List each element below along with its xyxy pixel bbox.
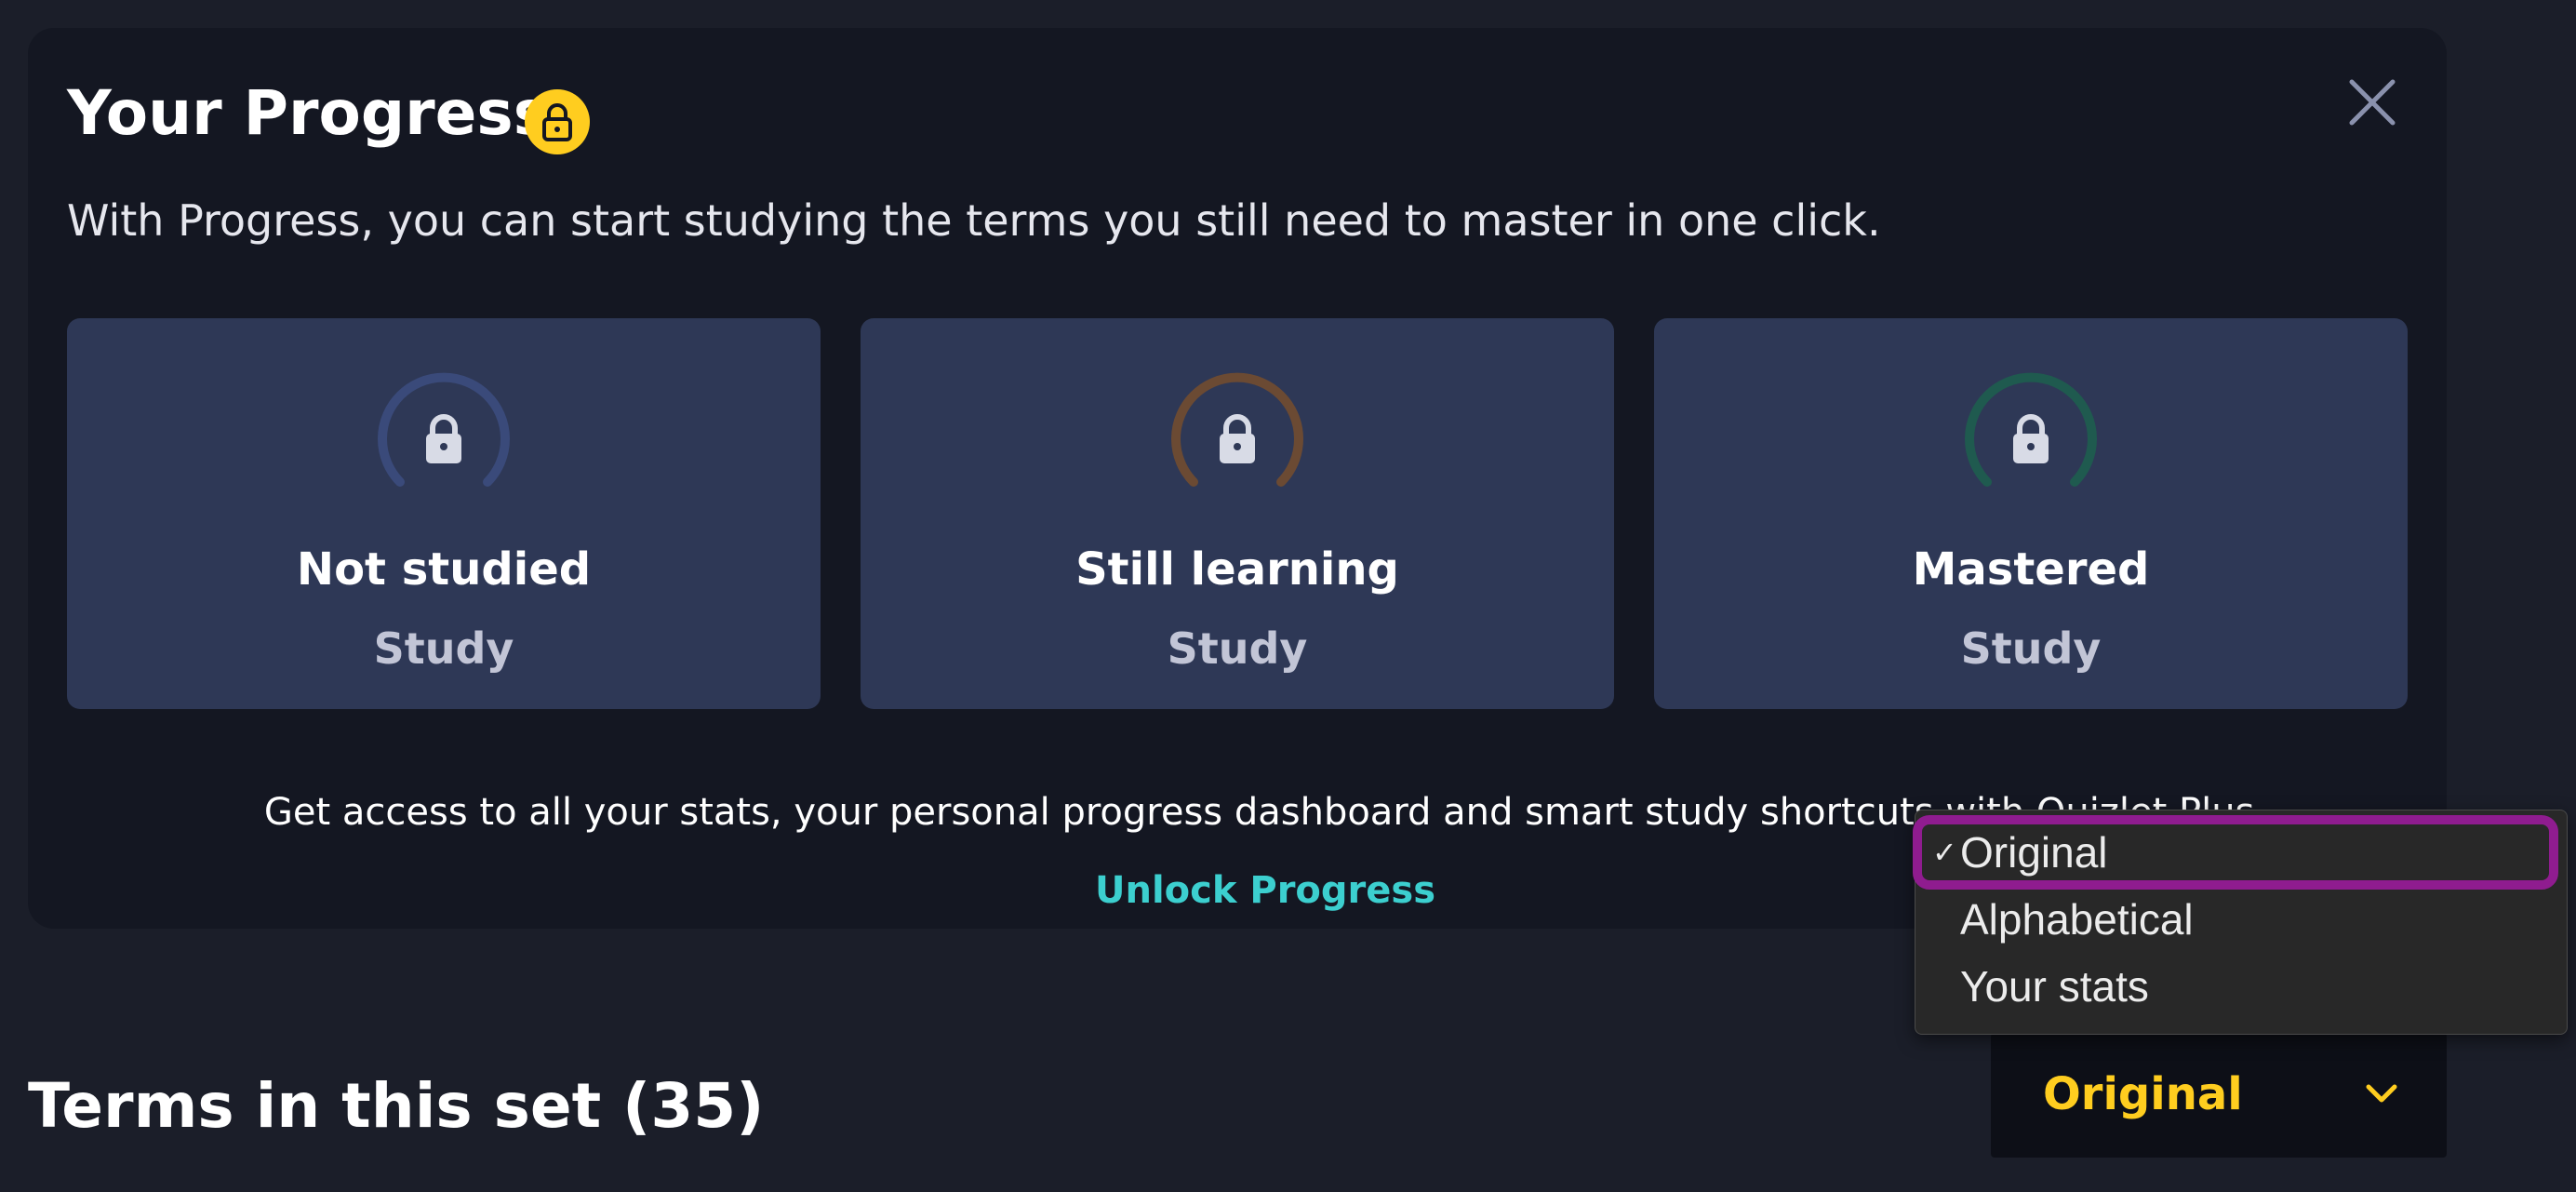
progress-title: Your Progress [67, 77, 550, 149]
ring-arc [1965, 372, 2097, 487]
progress-ring-icon [378, 372, 510, 487]
progress-cards: Not studied Study Still learning Study M… [67, 318, 2408, 709]
option-label: Your stats [1960, 962, 2149, 1011]
close-icon [2349, 79, 2396, 126]
progress-subtitle: With Progress, you can start studying th… [67, 195, 1881, 246]
option-label: Alphabetical [1960, 895, 2194, 944]
chevron-down-icon [2366, 1084, 2397, 1103]
progress-panel: Your Progress With Progress, you can sta… [28, 28, 2447, 929]
card-mastered[interactable]: Mastered Study [1654, 318, 2408, 709]
card-study-button[interactable]: Study [67, 623, 821, 674]
sort-select[interactable]: Original [1991, 1033, 2447, 1158]
option-label: Original [1960, 828, 2108, 877]
card-study-button[interactable]: Study [861, 623, 1614, 674]
check-icon: ✓ [1932, 836, 1957, 869]
lock-icon [525, 89, 590, 154]
card-still-learning[interactable]: Still learning Study [861, 318, 1614, 709]
card-not-studied[interactable]: Not studied Study [67, 318, 821, 709]
progress-ring-icon [1171, 372, 1303, 487]
ring-arc [1171, 372, 1303, 487]
card-label: Still learning [1075, 543, 1399, 596]
close-button[interactable] [2339, 69, 2406, 136]
terms-heading: Terms in this set (35) [28, 1070, 765, 1142]
sort-dropdown-menu: ✓ Original Alphabetical Your stats [1915, 810, 2568, 1035]
card-label: Not studied [296, 543, 592, 596]
sort-option-original[interactable]: ✓ Original [1915, 820, 2567, 883]
sort-selected-value: Original [2043, 1068, 2243, 1120]
progress-ring-icon [1965, 372, 2097, 487]
card-study-button[interactable]: Study [1654, 623, 2408, 674]
card-label: Mastered [1912, 543, 2150, 596]
sort-option-your-stats[interactable]: Your stats [1915, 954, 2567, 1017]
ring-arc [378, 372, 510, 487]
sort-option-alphabetical[interactable]: Alphabetical [1915, 887, 2567, 950]
